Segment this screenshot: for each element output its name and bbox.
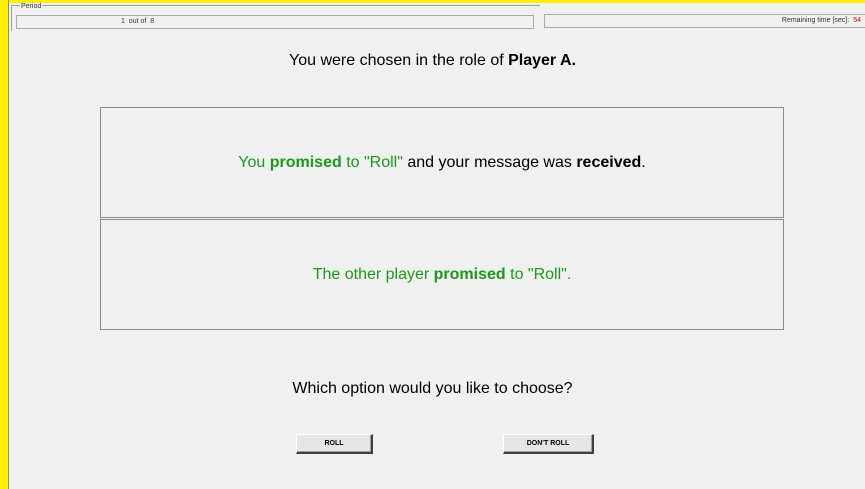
own-message-text: and your message was [402,153,577,171]
remaining-time-text: Remaining time [sec]: 54 [782,15,861,27]
other-promise-text-2: to "Roll". [505,265,572,283]
remaining-time-label: Remaining time [sec]: [781,17,850,24]
remaining-time-value: 54 [853,17,861,24]
own-message-period: . [641,153,646,171]
own-message-status: received [576,153,642,171]
window-left-border [0,0,9,489]
role-prefix: You were chosen in the role of [289,52,509,69]
period-current: 1 [121,18,125,25]
own-promise-keyword: promised [269,153,342,171]
dont-roll-button[interactable]: DON'T ROLL [503,434,594,454]
own-promise-box: You promised to "Roll" and your message … [100,107,784,218]
own-promise-text-2: to "Roll" [341,153,403,171]
roll-button[interactable]: ROLL [296,434,373,454]
period-total: 8 [150,18,155,25]
period-text: 1 out of 8 [121,16,154,28]
role-name: Player A. [508,52,576,69]
remaining-time-display: Remaining time [sec]: 54 [544,14,865,28]
role-announcement: You were chosen in the role of Player A. [0,51,865,71]
period-label: Period [20,3,43,11]
other-promise-keyword: promised [433,265,506,283]
header-bar: Period 1 out of 8 Remaining time [sec]: 5… [11,3,865,32]
own-promise-message: You promised to "Roll" and your message … [238,154,645,172]
period-display: 1 out of 8 [16,15,534,29]
other-promise-text-1: The other player [312,265,434,283]
own-promise-text-1: You [238,153,270,171]
period-group: Period 1 out of 8 [11,3,540,31]
choice-question: Which option would you like to choose? [292,380,573,397]
other-promise-message: The other player promised to "Roll". [313,266,572,284]
period-separator: out of [128,18,147,25]
window-top-border [0,0,865,3]
other-promise-box: The other player promised to "Roll". [100,219,784,330]
